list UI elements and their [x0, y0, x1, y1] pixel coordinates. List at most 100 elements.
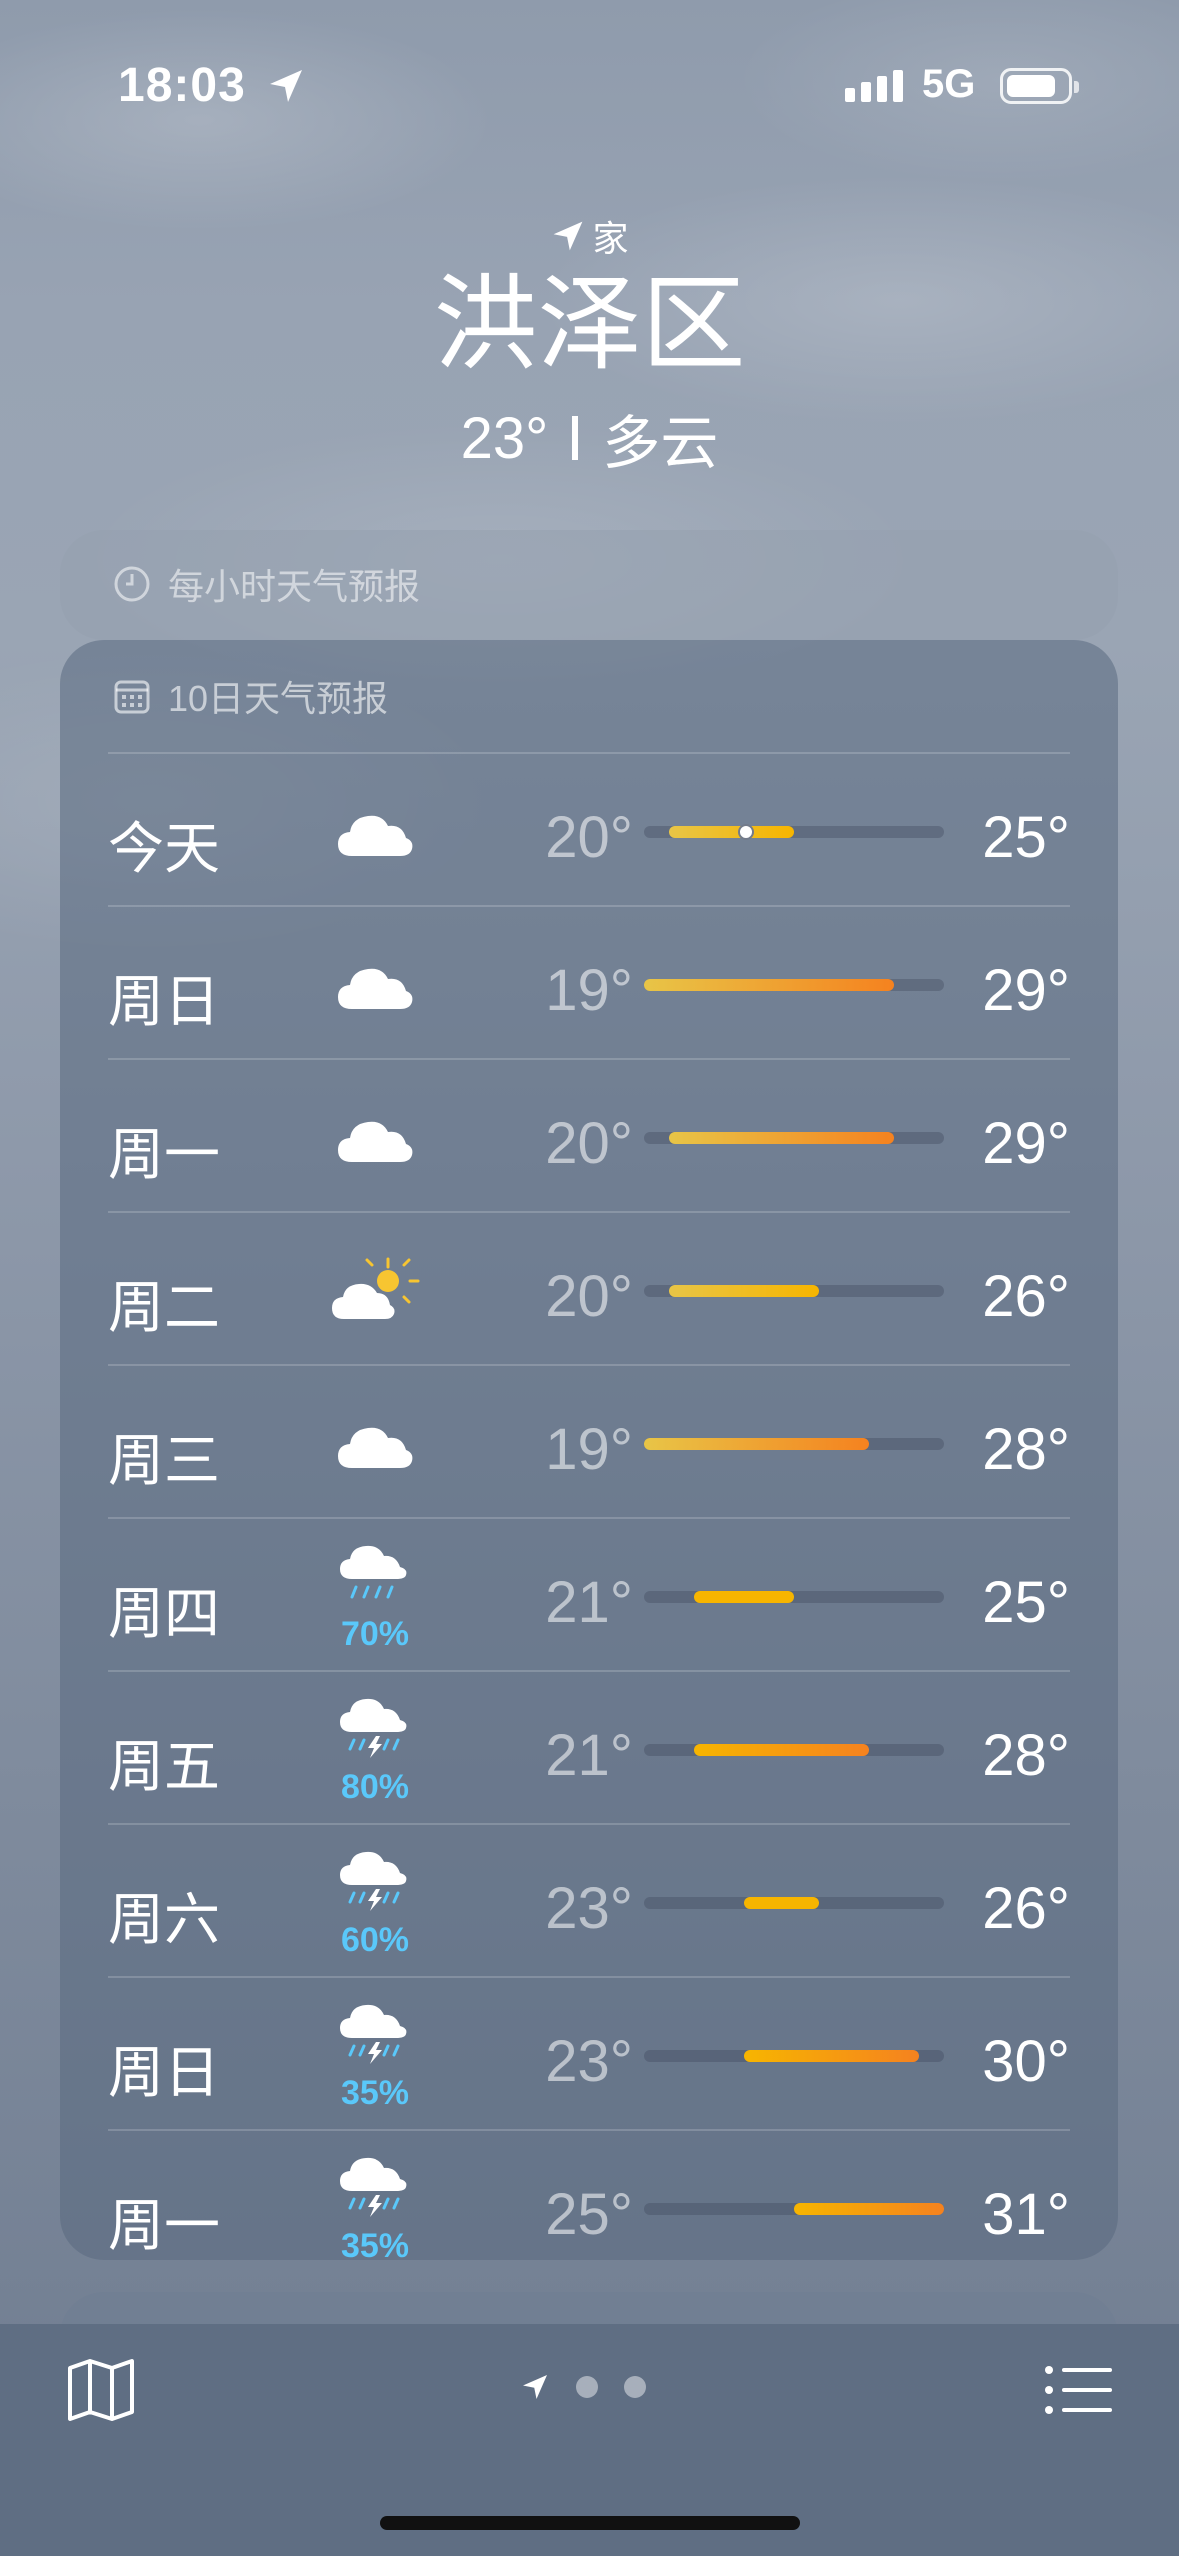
- low-temp: 23°: [545, 1876, 633, 1941]
- cloud-icon: [330, 1406, 420, 1486]
- forecast-row[interactable]: 周六 60% 23° 26°: [108, 1823, 1070, 1976]
- low-temp: 19°: [545, 958, 633, 1023]
- forecast-row[interactable]: 周日 19° 29°: [108, 905, 1070, 1058]
- temp-range-fill: [744, 2050, 919, 2062]
- thunderstorm-icon: [330, 1692, 420, 1772]
- high-temp: 29°: [982, 1111, 1070, 1176]
- forecast-row[interactable]: 周二 20° 26°: [108, 1211, 1070, 1364]
- clock-icon: [114, 566, 150, 602]
- cloud-icon: [330, 794, 420, 874]
- temp-range-bar: [644, 1744, 944, 1756]
- high-temp: 31°: [982, 2182, 1070, 2247]
- day-label: 周六: [108, 1888, 220, 1951]
- thunderstorm-icon: [330, 2151, 420, 2231]
- low-temp: 20°: [545, 1111, 633, 1176]
- city-name: 洪泽区: [433, 267, 746, 383]
- cloud-icon: [330, 1100, 420, 1180]
- status-bar: 18:03 5G: [0, 58, 1179, 118]
- high-temp: 26°: [982, 1876, 1070, 1941]
- page-dot[interactable]: [576, 2376, 598, 2398]
- low-temp: 25°: [545, 2182, 633, 2247]
- temp-range-bar: [644, 979, 944, 991]
- forecast-row[interactable]: 周一 20° 29°: [108, 1058, 1070, 1211]
- temp-range-fill: [644, 979, 894, 991]
- forecast-title: 10日天气预报: [168, 678, 389, 719]
- low-temp: 19°: [545, 1417, 633, 1482]
- temp-range-fill: [744, 1897, 819, 1909]
- forecast-list: 今天 20° 25° 周日 19° 29° 周一 20° 29° 周二 20°: [108, 752, 1070, 2282]
- precip-chance: 35%: [340, 2074, 410, 2112]
- page-dot[interactable]: [624, 2376, 646, 2398]
- temp-range-bar: [644, 824, 944, 840]
- ten-day-forecast-card: 10日天气预报 今天 20° 25° 周日 19° 29° 周一 20° 29°…: [60, 640, 1118, 2265]
- high-temp: 29°: [982, 958, 1070, 1023]
- rain-icon: [330, 1539, 420, 1619]
- precip-chance: 80%: [340, 1768, 410, 1806]
- cloud-icon: [330, 947, 420, 1027]
- temp-range-fill: [644, 1438, 869, 1450]
- location-arrow-icon: [554, 221, 583, 251]
- current-conditions: 23° 多云: [0, 396, 1179, 480]
- thunderstorm-icon: [330, 1998, 420, 2078]
- location-header: 家 洪泽区 23° 多云: [0, 210, 1179, 480]
- forecast-row[interactable]: 今天 20° 25°: [108, 752, 1070, 905]
- temp-range-fill: [669, 1132, 894, 1144]
- temp-range-bar: [644, 1438, 944, 1450]
- day-label: 今天: [108, 817, 220, 880]
- high-temp: 25°: [982, 1570, 1070, 1635]
- forecast-row[interactable]: 周五 80% 21° 28°: [108, 1670, 1070, 1823]
- day-label: 周一: [108, 1123, 220, 1186]
- temp-range-bar: [644, 1897, 944, 1909]
- page-indicator[interactable]: [520, 2372, 646, 2402]
- temp-range-fill: [669, 1285, 819, 1297]
- hourly-title: 每小时天气预报: [168, 566, 421, 607]
- forecast-row[interactable]: 周三 19° 28°: [108, 1364, 1070, 1517]
- location-arrow-icon: [270, 70, 302, 102]
- forecast-row[interactable]: 周日 35% 23° 30°: [108, 1976, 1070, 2129]
- day-label: 周四: [108, 1582, 220, 1645]
- day-label: 周五: [108, 1735, 220, 1798]
- high-temp: 25°: [982, 805, 1070, 870]
- low-temp: 20°: [545, 805, 633, 870]
- temp-range-bar: [644, 1285, 944, 1297]
- temp-range-fill: [694, 1591, 794, 1603]
- precip-chance: 60%: [340, 1921, 410, 1959]
- low-temp: 20°: [545, 1264, 633, 1329]
- low-temp: 21°: [545, 1570, 633, 1635]
- temp-range-fill: [794, 2203, 944, 2215]
- high-temp: 26°: [982, 1264, 1070, 1329]
- day-label: 周一: [108, 2194, 220, 2257]
- calendar-icon: [114, 680, 150, 714]
- hourly-forecast-card[interactable]: 每小时天气预报: [60, 530, 1118, 640]
- cellular-signal-icon: [845, 70, 903, 102]
- high-temp: 30°: [982, 2029, 1070, 2094]
- temp-range-bar: [644, 2050, 944, 2062]
- temp-range-bar: [644, 1591, 944, 1603]
- current-condition: 多云: [602, 411, 719, 477]
- partly-sunny-icon: [330, 1253, 420, 1333]
- high-temp: 28°: [982, 1723, 1070, 1788]
- battery-icon: [1000, 68, 1079, 104]
- forecast-row[interactable]: 周四 70% 21° 25°: [108, 1517, 1070, 1670]
- day-label: 周日: [108, 970, 220, 1033]
- map-icon[interactable]: [66, 2358, 136, 2422]
- precip-chance: 35%: [340, 2227, 410, 2265]
- city-list-icon[interactable]: [1044, 2364, 1114, 2416]
- current-temp-dot: [738, 824, 754, 840]
- status-time: 18:03: [118, 59, 246, 112]
- temp-range-fill: [694, 1744, 869, 1756]
- day-label: 周日: [108, 2041, 220, 2104]
- location-arrow-icon: [523, 2375, 547, 2399]
- day-label: 周二: [108, 1276, 220, 1339]
- home-indicator: [380, 2516, 800, 2530]
- home-label: 家: [592, 218, 629, 259]
- low-temp: 23°: [545, 2029, 633, 2094]
- forecast-row[interactable]: 周一 35% 25° 31°: [108, 2129, 1070, 2282]
- high-temp: 28°: [982, 1417, 1070, 1482]
- day-label: 周三: [108, 1429, 220, 1492]
- low-temp: 21°: [545, 1723, 633, 1788]
- temp-range-bar: [644, 2203, 944, 2215]
- current-temp: 23°: [460, 405, 549, 471]
- home-tag: 家: [0, 210, 1179, 262]
- network-type: 5G: [922, 62, 976, 106]
